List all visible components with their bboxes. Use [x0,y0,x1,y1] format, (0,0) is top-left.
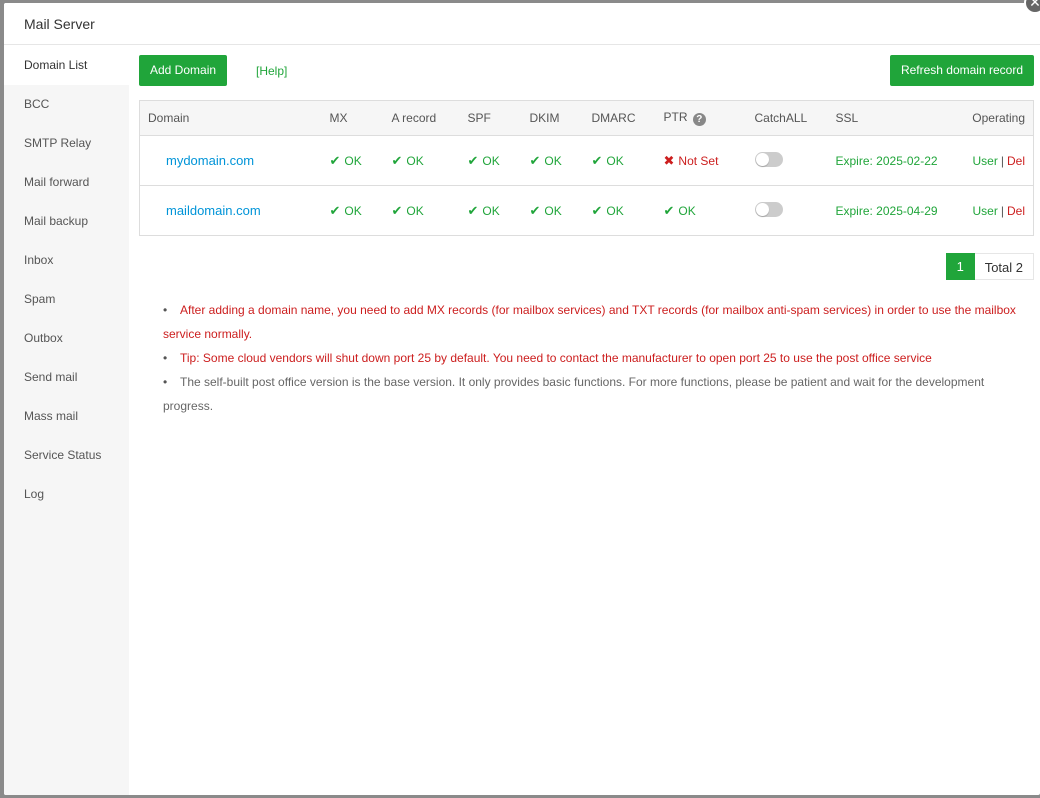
sidebar-item-domain-list[interactable]: Domain List [4,46,129,85]
sidebar-item-log[interactable]: Log [4,475,129,514]
dialog-title: Mail Server [4,3,1040,45]
operating-cell: User | Del [956,186,1034,236]
main-content: Add Domain [Help] Refresh domain record … [129,46,1040,795]
sidebar: Domain List BCC SMTP Relay Mail forward … [4,46,129,795]
notes-list: After adding a domain name, you need to … [163,298,1030,418]
ptr-status: ✔ OK [656,186,747,236]
note-item: Tip: Some cloud vendors will shut down p… [163,346,1030,370]
mail-server-dialog: Mail Server Domain List BCC SMTP Relay M… [4,3,1040,795]
dmarc-status-text: OK [606,203,624,218]
column-header-spf: SPF [459,100,522,136]
mx-status-text: OK [344,153,362,168]
dmarc-status-text: OK [606,153,624,168]
dmarc-status: ✔ OK [584,186,656,236]
user-link[interactable]: User [973,204,998,218]
check-icon: ✔ [329,152,341,168]
check-icon: ✔ [329,202,341,218]
catchall-toggle[interactable] [754,151,783,167]
column-header-a-record: A record [383,100,460,136]
domain-table: Domain MX A record SPF DKIM DMARC PTR ? … [139,100,1034,236]
spf-status: ✔ OK [459,135,522,186]
sidebar-item-spam[interactable]: Spam [4,280,129,319]
sidebar-item-mass-mail[interactable]: Mass mail [4,397,129,436]
add-domain-button[interactable]: Add Domain [139,55,228,86]
table-header-row: Domain MX A record SPF DKIM DMARC PTR ? … [139,100,1034,136]
note-item: The self-built post office version is th… [163,370,1030,418]
catchall-cell [746,135,828,186]
user-link[interactable]: User [973,154,998,168]
catchall-cell [747,186,828,236]
column-header-mx: MX [321,100,384,136]
column-header-operating: Operating [955,100,1034,136]
page-total: Total 2 [974,253,1034,280]
ptr-status-text: OK [678,203,696,218]
ssl-expiry[interactable]: Expire: 2025-02-22 [827,135,956,186]
sidebar-item-service-status[interactable]: Service Status [4,436,129,475]
page-current[interactable]: 1 [945,253,975,280]
table-row: maildomain.com ✔ OK ✔ OK ✔ OK ✔ OK ✔ OK ✔ OK E… [140,186,1034,236]
check-icon: ✔ [467,202,479,218]
dkim-status-text: OK [544,153,562,168]
dkim-status: ✔ OK [522,186,584,236]
check-icon: ✔ [467,152,479,168]
ptr-status-text: Not Set [678,153,719,168]
check-icon: ✔ [591,202,603,218]
cross-icon: ✖ [663,152,675,168]
help-link[interactable]: [Help] [256,64,287,78]
check-icon: ✔ [591,152,603,168]
spf-status: ✔ OK [460,186,522,236]
help-icon[interactable]: ? [692,113,706,126]
pagination: 1 Total 2 [945,253,1034,280]
delete-link[interactable]: Del [1007,154,1025,168]
toolbar: Add Domain [Help] Refresh domain record [139,55,1034,87]
dkim-status-text: OK [544,203,562,218]
column-header-domain: Domain [139,100,322,136]
column-header-dmarc: DMARC [583,100,656,136]
sidebar-item-outbox[interactable]: Outbox [4,319,129,358]
refresh-domain-record-button[interactable]: Refresh domain record [889,55,1034,86]
a-record-status-text: OK [406,203,424,218]
column-header-ptr-label: PTR [663,110,688,124]
spf-status-text: OK [482,153,500,168]
sidebar-item-inbox[interactable]: Inbox [4,241,129,280]
separator: | [1000,203,1004,218]
catchall-toggle[interactable] [754,201,783,217]
check-icon: ✔ [663,202,675,218]
ssl-expiry[interactable]: Expire: 2025-04-29 [828,186,956,236]
a-record-status: ✔ OK [383,135,460,186]
sidebar-item-bcc[interactable]: BCC [4,85,129,124]
sidebar-item-mail-backup[interactable]: Mail backup [4,202,129,241]
column-header-ptr: PTR ? [655,100,747,136]
column-header-ssl: SSL [827,100,956,136]
note-item: After adding a domain name, you need to … [163,298,1030,346]
column-header-catchall: CatchALL [746,100,828,136]
domain-name[interactable]: maildomain.com [140,186,322,236]
delete-link[interactable]: Del [1007,204,1025,218]
sidebar-item-mail-forward[interactable]: Mail forward [4,163,129,202]
ptr-status: ✖ Not Set [655,135,747,186]
check-icon: ✔ [391,202,403,218]
check-icon: ✔ [391,152,403,168]
sidebar-item-smtp-relay[interactable]: SMTP Relay [4,124,129,163]
a-record-status-text: OK [406,153,424,168]
separator: | [1000,153,1004,168]
a-record-status: ✔ OK [384,186,460,236]
check-icon: ✔ [529,202,541,218]
sidebar-item-send-mail[interactable]: Send mail [4,358,129,397]
check-icon: ✔ [529,152,541,168]
dmarc-status: ✔ OK [583,135,656,186]
column-header-dkim: DKIM [521,100,584,136]
spf-status-text: OK [482,203,500,218]
table-row: mydomain.com ✔ OK ✔ OK ✔ OK ✔ OK ✔ OK ✖ Not Se… [139,135,1034,186]
mx-status: ✔ OK [321,135,384,186]
domain-name[interactable]: mydomain.com [139,135,322,186]
mx-status: ✔ OK [322,186,384,236]
dkim-status: ✔ OK [521,135,584,186]
operating-cell: User | Del [955,135,1034,186]
mx-status-text: OK [344,203,362,218]
